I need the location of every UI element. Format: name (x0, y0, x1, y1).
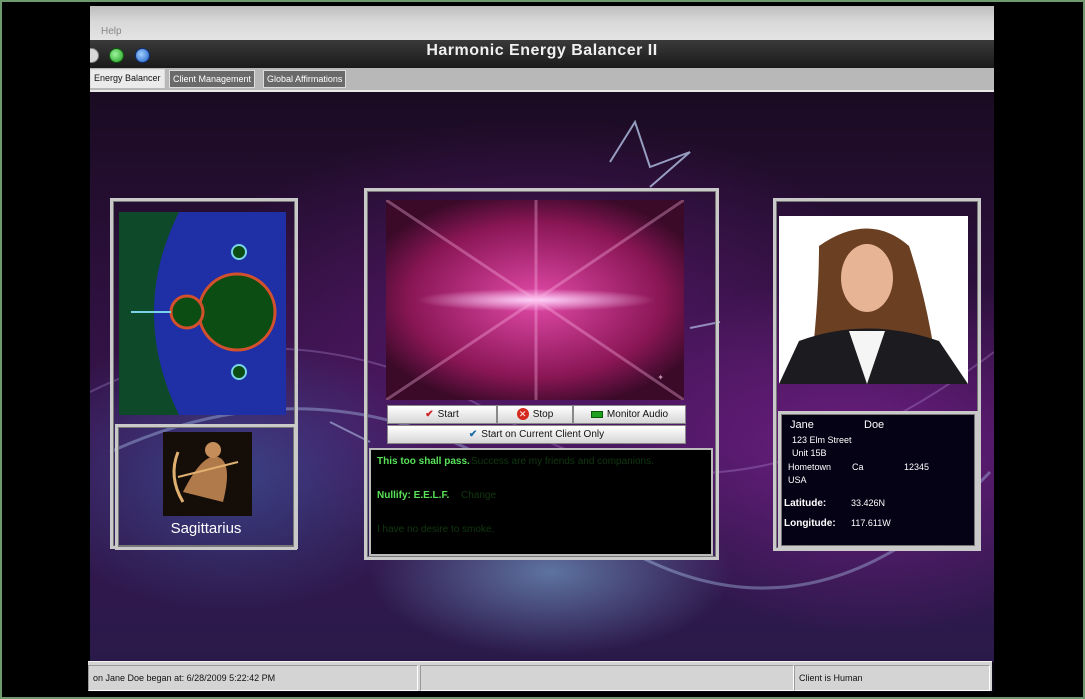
start-current-client-button[interactable]: ✔ Start on Current Client Only (387, 425, 686, 444)
app-title: Harmonic Energy Balancer II (426, 42, 658, 59)
monitor-audio-button[interactable]: Monitor Audio (573, 405, 686, 424)
menu-bar: Help (90, 6, 994, 44)
client-photo (779, 216, 968, 384)
stop-button-label: Stop (532, 409, 554, 420)
fractal-graphic (119, 212, 286, 415)
tab-global-affirmations[interactable]: Global Affirmations (263, 70, 347, 88)
status-middle (420, 665, 794, 691)
archer-graphic (163, 432, 252, 516)
longitude-value: 117.611W (851, 518, 891, 528)
plasma-rays (386, 200, 684, 400)
client-country: USA (788, 475, 807, 485)
affirmation-active: Nullify: E.E.L.F. (377, 490, 450, 501)
longitude-label: Longitude: (784, 518, 836, 529)
client-portrait (779, 216, 968, 384)
affirmation-ghost: I have no desire to smoke. (377, 524, 495, 535)
start-current-client-label: Start on Current Client Only (481, 429, 605, 441)
tab-energy-balancer[interactable]: Energy Balancer (90, 69, 165, 88)
start-button[interactable]: ✔ Start (387, 405, 497, 424)
client-info-box: Jane Doe 123 Elm Street Unit 15B Hometow… (778, 411, 978, 549)
status-bar: on Jane Doe began at: 6/28/2009 5:22:42 … (88, 661, 992, 691)
client-address2: Unit 15B (792, 448, 827, 458)
stop-x-icon: ✕ (516, 408, 529, 421)
sagittarius-archer-icon (163, 432, 252, 516)
check-icon: ✔ (425, 409, 434, 420)
stop-button[interactable]: ✕ Stop (497, 405, 573, 424)
title-bar: Harmonic Energy Balancer II (90, 40, 994, 68)
status-session-text: on Jane Doe began at: 6/28/2009 5:22:42 … (88, 665, 418, 691)
mandelbrot-fractal-image (119, 212, 286, 415)
client-zip: 12345 (904, 462, 930, 472)
zodiac-sign-label: Sagittarius (170, 520, 242, 537)
tab-client-management[interactable]: Client Management (169, 70, 256, 88)
status-client-state: Client is Human (794, 665, 990, 691)
client-city: Hometown (788, 462, 832, 472)
client-last-name: Doe (864, 419, 885, 431)
tab-bar: Energy Balancer Client Management Global… (90, 68, 994, 92)
energy-visualization: ✦ (386, 200, 684, 400)
client-address1: 123 Elm Street (792, 435, 852, 445)
latitude-value: 33.426N (851, 498, 886, 508)
client-first-name: Jane (790, 419, 814, 431)
check-icon: ✔ (468, 429, 478, 440)
monitor-audio-label: Monitor Audio (606, 409, 669, 420)
affirmation-ghost: Change (461, 490, 497, 501)
latitude-label: Latitude: (784, 498, 827, 509)
client-state: Ca (852, 462, 864, 472)
menu-help[interactable]: Help (101, 26, 122, 37)
start-button-label: Start (437, 409, 459, 421)
affirmation-ghost: Success are my friends and companions. (471, 456, 654, 467)
affirmation-active: This too shall pass. (377, 456, 470, 467)
visual-watermark: ✦ (657, 373, 664, 382)
affirmations-display: Success are my friends and companions. T… (369, 448, 713, 556)
audio-meter-icon (590, 410, 603, 418)
